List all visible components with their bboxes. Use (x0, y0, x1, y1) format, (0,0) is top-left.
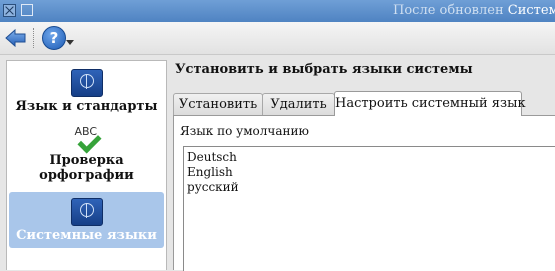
abc-check-icon: ABC (67, 125, 107, 154)
list-item[interactable]: Deutsch (187, 150, 237, 165)
language-list[interactable]: Deutsch English русский (183, 146, 555, 271)
window-title: После обновлен Системны (393, 3, 555, 18)
tab-configure-system-language[interactable]: Настроить системный язык (334, 91, 526, 116)
back-arrow-icon[interactable] (5, 28, 27, 48)
sidebar-item-label: Язык и стандарты (15, 99, 158, 114)
default-language-label: Язык по умолчанию (180, 124, 309, 138)
tab-remove[interactable]: Удалить (262, 93, 335, 115)
window-title-bright: Системны (507, 3, 555, 18)
window-title-dim: После обновлен (393, 3, 504, 18)
help-icon[interactable]: ? (42, 26, 66, 50)
tab-install[interactable]: Установить (173, 93, 263, 115)
toolbar: ? (0, 22, 555, 55)
toolbar-separator (33, 28, 34, 48)
sidebar-item-language-standards[interactable]: Язык и стандарты (7, 69, 166, 121)
sidebar-item-system-languages[interactable]: Системные языки (9, 192, 164, 248)
sidebar-item-spellcheck[interactable]: ABC Проверка орфографии (7, 125, 166, 191)
globe-flag-icon (70, 69, 103, 97)
list-item[interactable]: русский (187, 180, 239, 195)
chevron-down-icon[interactable] (66, 40, 74, 45)
tab-content: Язык по умолчанию Deutsch English русски… (173, 115, 555, 271)
sidebar-item-label: Проверка орфографии (39, 153, 134, 183)
list-item[interactable]: English (187, 165, 233, 180)
maximize-icon[interactable] (21, 4, 33, 16)
page-title: Установить и выбрать языки системы (175, 62, 473, 77)
title-bar: После обновлен Системны (0, 0, 555, 22)
sidebar: Язык и стандарты ABC Проверка орфографии… (6, 60, 167, 270)
sidebar-item-label: Системные языки (16, 228, 157, 243)
close-icon[interactable] (3, 4, 16, 17)
globe-flag-icon (70, 198, 103, 226)
